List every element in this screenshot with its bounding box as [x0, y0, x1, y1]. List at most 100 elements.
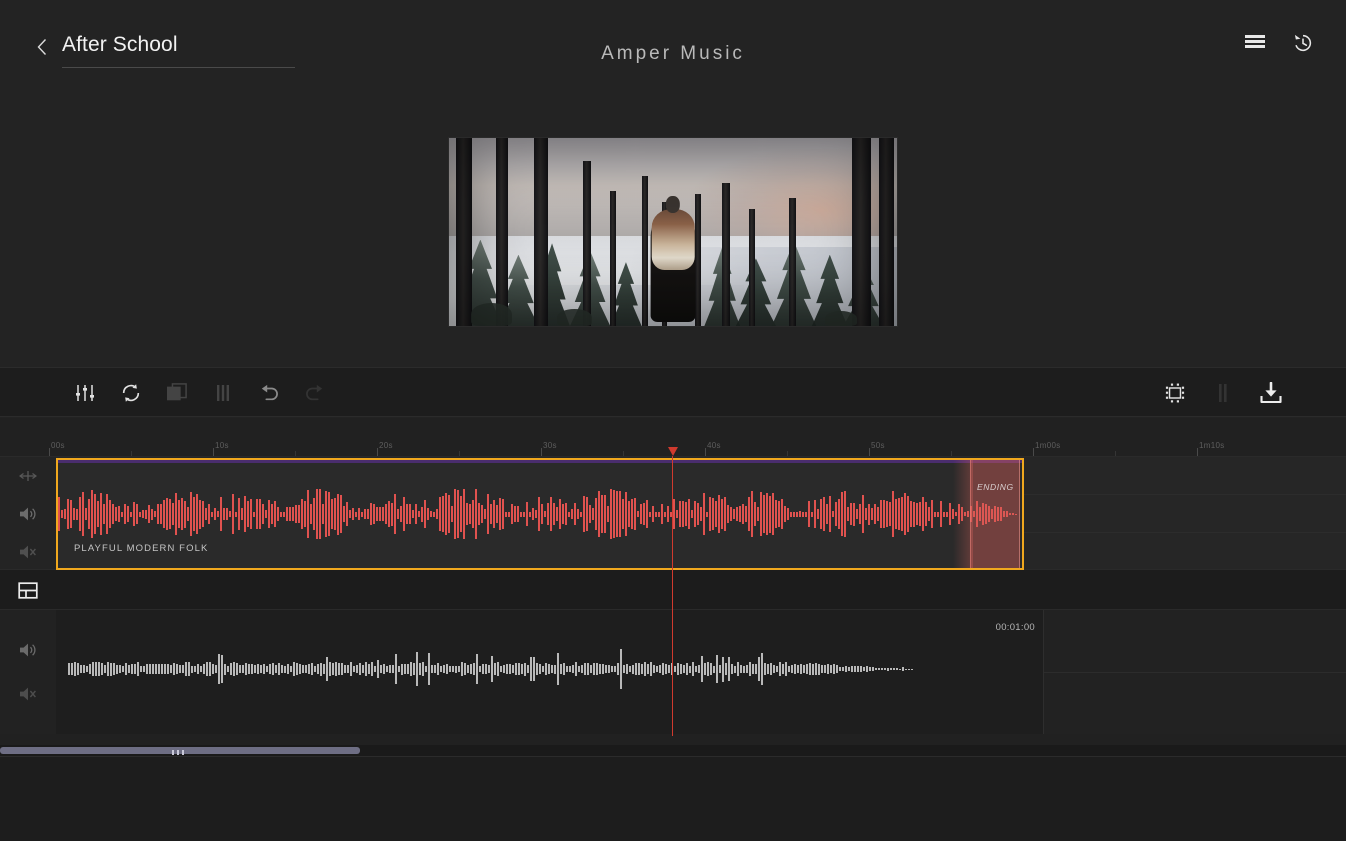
waveform-bar	[617, 662, 619, 676]
waveform-bar	[790, 511, 792, 517]
waveform-bar	[215, 664, 217, 674]
waveform-bar	[793, 511, 795, 517]
regenerate-icon[interactable]	[118, 380, 144, 406]
undo-icon[interactable]	[256, 380, 282, 406]
waveform-bar	[110, 662, 112, 676]
waveform-bar	[614, 665, 616, 673]
ruler-tick	[1197, 448, 1198, 456]
waveform-bar	[760, 491, 762, 537]
playhead-handle[interactable]	[668, 447, 678, 456]
mute-icon[interactable]	[17, 541, 39, 563]
video-audio-clip[interactable]: 00:01:00	[56, 610, 1044, 734]
waveform-bar	[397, 509, 399, 519]
waveform-bar	[329, 662, 331, 676]
crop-frame-icon[interactable]	[1162, 380, 1188, 406]
waveform-bar	[886, 500, 888, 528]
waveform-bar	[319, 489, 321, 539]
waveform-bar	[227, 665, 229, 673]
waveform-bar	[619, 491, 621, 537]
volume-icon[interactable]	[17, 639, 39, 661]
waveform-bar	[823, 497, 825, 531]
waveform-bar	[590, 664, 592, 674]
waveform-bar	[829, 495, 831, 533]
ruler-tick	[541, 448, 542, 456]
waveform-bar	[130, 511, 132, 517]
mute-icon[interactable]	[17, 683, 39, 705]
waveform-bar	[346, 502, 348, 526]
waveform-bar	[494, 663, 496, 675]
waveform-bar	[317, 663, 319, 675]
waveform-bar	[313, 498, 315, 530]
toolbar-right-group	[1162, 368, 1284, 418]
layers-icon[interactable]	[17, 579, 39, 601]
waveform-bar	[274, 501, 276, 527]
timeline[interactable]: 00s 10s 20s 30s 40s 50s 1m00s 1m10s PLAY…	[0, 418, 1346, 756]
waveform-bar	[101, 662, 103, 676]
mix-settings-icon[interactable]	[72, 380, 98, 406]
waveform-bar	[770, 662, 772, 676]
waveform-bar	[242, 664, 244, 674]
waveform-bar	[421, 506, 423, 522]
waveform-bar	[601, 495, 603, 533]
waveform-bar	[209, 662, 211, 676]
waveform-bar	[799, 510, 801, 518]
waveform-bar	[703, 492, 705, 536]
playhead[interactable]	[668, 447, 678, 736]
waveform-bar	[391, 502, 393, 526]
waveform-bar	[230, 662, 232, 676]
waveform-bar	[478, 503, 480, 525]
duplicate-icon[interactable]	[164, 380, 190, 406]
waveform-bar	[185, 662, 187, 676]
waveform-bar	[835, 501, 837, 527]
redo-icon[interactable]	[302, 380, 328, 406]
waveform-bar	[67, 499, 69, 529]
waveform-bar	[883, 500, 885, 528]
waveform-bar	[158, 664, 160, 674]
waveform-bar	[748, 496, 750, 532]
ruler-label: 1m10s	[1199, 441, 1225, 450]
waveform-bar	[188, 662, 190, 676]
waveform-bar	[857, 666, 859, 672]
waveform-bar	[511, 503, 513, 525]
waveform-bar	[461, 662, 463, 676]
waveform-bar	[800, 663, 802, 675]
list-view-icon[interactable]	[1242, 30, 1268, 56]
waveform-bar	[224, 663, 226, 675]
waveform-bar	[127, 505, 129, 523]
automation-icon[interactable]	[17, 465, 39, 487]
waveform-bar	[905, 668, 907, 670]
waveform-bar	[172, 502, 174, 526]
waveform-bar	[568, 511, 570, 517]
scrollbar-thumb[interactable]	[0, 747, 360, 755]
waveform-bar	[661, 504, 663, 524]
waveform-bar	[851, 666, 853, 672]
waveform-bar	[662, 663, 664, 675]
waveform-bar	[280, 511, 282, 517]
pause-icon[interactable]	[210, 380, 236, 406]
waveform-bar	[406, 503, 408, 525]
waveform-bar	[187, 506, 189, 522]
timeline-scrollbar[interactable]	[0, 745, 1346, 756]
waveform-bar	[137, 662, 139, 676]
ruler-label: 00s	[51, 441, 65, 450]
tree-trunk	[583, 160, 591, 326]
volume-icon[interactable]	[17, 503, 39, 525]
video-preview[interactable]	[448, 137, 898, 327]
app-title: Amper Music	[601, 43, 745, 64]
waveform-bar	[311, 663, 313, 675]
music-clip[interactable]: PLAYFUL MODERN FOLK ENDING	[56, 458, 1024, 570]
waveform-bar	[794, 663, 796, 675]
waveform-bar	[296, 663, 298, 675]
waveform-bar	[638, 662, 640, 676]
waveform-bar	[304, 500, 306, 528]
waveform-bar	[407, 663, 409, 675]
history-icon[interactable]	[1290, 30, 1316, 56]
waveform-bar	[142, 510, 144, 518]
waveform-bar	[668, 665, 670, 673]
ending-region[interactable]: ENDING	[953, 460, 1020, 568]
waveform-bar	[287, 663, 289, 675]
waveform-bar	[827, 664, 829, 674]
download-icon[interactable]	[1258, 380, 1284, 406]
waveform-bar	[694, 501, 696, 527]
waveform-bar	[238, 497, 240, 531]
